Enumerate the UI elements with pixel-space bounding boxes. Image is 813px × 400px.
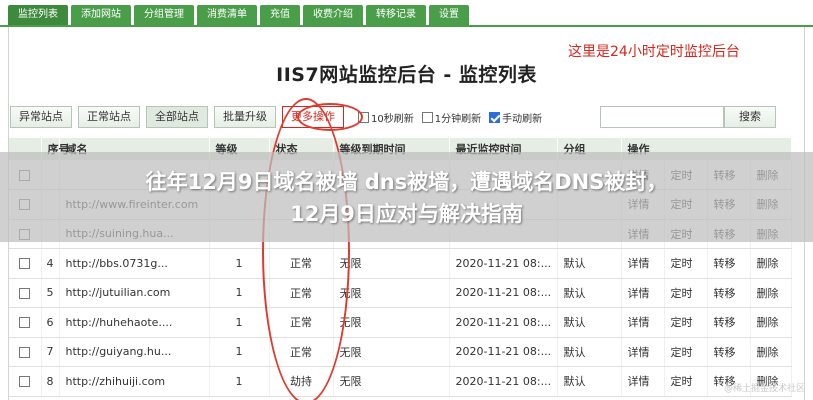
row-last-check: 2020-11-21 08:... bbox=[449, 307, 558, 338]
article-title-line-1: 往年12月9日域名被墙 dns被墙，遭遇域名DNS被封， bbox=[145, 170, 668, 194]
row-select-checkbox[interactable] bbox=[19, 346, 31, 358]
row-group: 默认 bbox=[557, 366, 622, 397]
row-checkbox[interactable] bbox=[9, 278, 42, 308]
more-actions-highlight bbox=[297, 103, 363, 131]
annotation-note: 这里是24小时定时监控后台 bbox=[568, 44, 740, 60]
normal-sites-button[interactable]: 正常站点 bbox=[78, 106, 140, 128]
row-transfer-link[interactable]: 转移 bbox=[707, 307, 751, 338]
manual-refresh-label: 手动刷新 bbox=[502, 113, 543, 125]
row-detail-link[interactable]: 详情 bbox=[621, 337, 665, 367]
refresh-1min-checkbox[interactable] bbox=[421, 111, 433, 123]
row-domain: http://jutuilian.com bbox=[59, 278, 210, 308]
row-level: 1 bbox=[209, 337, 270, 367]
refresh-1min-label: 1分钟刷新 bbox=[434, 113, 482, 125]
row-checkbox[interactable] bbox=[9, 248, 42, 279]
refresh-10s-label: 10秒刷新 bbox=[371, 113, 414, 125]
tab-transfer-log[interactable]: 转移记录 bbox=[366, 5, 426, 25]
row-num: 4 bbox=[41, 248, 60, 279]
row-domain: http://huhehaote.... bbox=[59, 307, 210, 338]
row-schedule-link[interactable]: 定时 bbox=[664, 307, 708, 338]
row-group: 默认 bbox=[557, 337, 622, 367]
tab-settings[interactable]: 设置 bbox=[429, 5, 469, 25]
article-title-line-2: 12月9日应对与解决指南 bbox=[290, 202, 523, 226]
table-row: 7 http://guiyang.hu... 1 正常 无限 2020-11-21 08:… bbox=[9, 337, 792, 367]
row-last-check: 2020-11-21 08:... bbox=[449, 278, 558, 308]
tab-monitor-list[interactable]: 监控列表 bbox=[8, 5, 68, 25]
abnormal-sites-button[interactable]: 异常站点 bbox=[10, 106, 72, 128]
row-delete-link[interactable]: 删除 bbox=[750, 307, 792, 338]
row-detail-link[interactable]: 详情 bbox=[621, 307, 665, 338]
row-expire: 无限 bbox=[333, 366, 450, 397]
row-delete-link[interactable]: 删除 bbox=[750, 248, 792, 279]
all-sites-button[interactable]: 全部站点 bbox=[146, 106, 208, 128]
page-title: IIS7网站监控后台 - 监控列表 bbox=[276, 64, 537, 86]
status-highlight-ellipse bbox=[262, 98, 350, 400]
row-schedule-link[interactable]: 定时 bbox=[664, 278, 708, 308]
tab-add-site[interactable]: 添加网站 bbox=[71, 5, 131, 25]
row-expire: 无限 bbox=[333, 337, 450, 367]
row-select-checkbox[interactable] bbox=[19, 258, 31, 270]
row-level: 1 bbox=[209, 366, 270, 397]
search-button[interactable]: 搜索 bbox=[724, 106, 776, 128]
row-num: 6 bbox=[41, 307, 60, 338]
search-input[interactable] bbox=[600, 106, 724, 128]
row-detail-link[interactable]: 详情 bbox=[621, 278, 665, 308]
row-expire: 无限 bbox=[333, 278, 450, 308]
table-row: 8 http://zhihuiji.com 1 劫持 无限 2020-11-21 08:.… bbox=[9, 366, 792, 397]
row-transfer-link[interactable]: 转移 bbox=[707, 278, 751, 308]
table-row: 4 http://bbs.0731g... 1 正常 无限 2020-11-21 08:.… bbox=[9, 248, 792, 279]
watermark: @稀土掘金技术社区 bbox=[723, 384, 805, 394]
table-row: 5 http://jutuilian.com 1 正常 无限 2020-11-21 08:… bbox=[9, 278, 792, 308]
row-schedule-link[interactable]: 定时 bbox=[664, 248, 708, 279]
row-last-check: 2020-11-21 08:... bbox=[449, 248, 558, 279]
row-level: 1 bbox=[209, 307, 270, 338]
top-nav: 监控列表 添加网站 分组管理 消费清单 充值 收费介绍 转移记录 设置 bbox=[8, 5, 469, 25]
tab-billing[interactable]: 消费清单 bbox=[197, 5, 257, 25]
row-checkbox[interactable] bbox=[9, 307, 42, 338]
row-checkbox[interactable] bbox=[9, 337, 42, 367]
row-group: 默认 bbox=[557, 307, 622, 338]
tab-recharge[interactable]: 充值 bbox=[260, 5, 300, 25]
row-select-checkbox[interactable] bbox=[19, 376, 31, 388]
row-expire: 无限 bbox=[333, 248, 450, 279]
row-schedule-link[interactable]: 定时 bbox=[664, 337, 708, 367]
row-expire: 无限 bbox=[333, 307, 450, 338]
row-delete-link[interactable]: 删除 bbox=[750, 278, 792, 308]
row-num: 8 bbox=[41, 366, 60, 397]
row-select-checkbox[interactable] bbox=[19, 317, 31, 329]
row-group: 默认 bbox=[557, 278, 622, 308]
row-transfer-link[interactable]: 转移 bbox=[707, 248, 751, 279]
tab-pricing[interactable]: 收费介绍 bbox=[303, 5, 363, 25]
tab-group-manage[interactable]: 分组管理 bbox=[134, 5, 194, 25]
row-last-check: 2020-11-21 08:... bbox=[449, 337, 558, 367]
row-select-checkbox[interactable] bbox=[19, 287, 31, 299]
row-domain: http://bbs.0731g... bbox=[59, 248, 210, 279]
row-checkbox[interactable] bbox=[9, 366, 42, 397]
refresh-10s-option[interactable]: 10秒刷新 bbox=[358, 110, 414, 125]
manual-refresh-option[interactable]: 手动刷新 bbox=[489, 110, 542, 125]
row-last-check: 2020-11-21 08:... bbox=[449, 366, 558, 397]
refresh-1min-option[interactable]: 1分钟刷新 bbox=[421, 110, 482, 125]
row-group: 默认 bbox=[557, 248, 622, 279]
row-detail-link[interactable]: 详情 bbox=[621, 366, 665, 397]
row-num: 5 bbox=[41, 278, 60, 308]
row-num: 7 bbox=[41, 337, 60, 367]
row-domain: http://zhihuiji.com bbox=[59, 366, 210, 397]
row-level: 1 bbox=[209, 248, 270, 279]
row-delete-link[interactable]: 删除 bbox=[750, 337, 792, 367]
table-row: 6 http://huhehaote.... 1 正常 无限 2020-11-21 08:… bbox=[9, 307, 792, 338]
toolbar: 异常站点 正常站点 全部站点 批量升级 更多操作 10秒刷新 1分钟刷新 手动刷… bbox=[10, 106, 542, 128]
row-domain: http://guiyang.hu... bbox=[59, 337, 210, 367]
row-level: 1 bbox=[209, 278, 270, 308]
batch-upgrade-button[interactable]: 批量升级 bbox=[214, 106, 276, 128]
manual-refresh-checkbox[interactable] bbox=[489, 111, 501, 123]
row-transfer-link[interactable]: 转移 bbox=[707, 337, 751, 367]
row-detail-link[interactable]: 详情 bbox=[621, 248, 665, 279]
article-title: 往年12月9日域名被墙 dns被墙，遭遇域名DNS被封， 12月9日应对与解决指… bbox=[0, 166, 813, 230]
row-schedule-link[interactable]: 定时 bbox=[664, 366, 708, 397]
